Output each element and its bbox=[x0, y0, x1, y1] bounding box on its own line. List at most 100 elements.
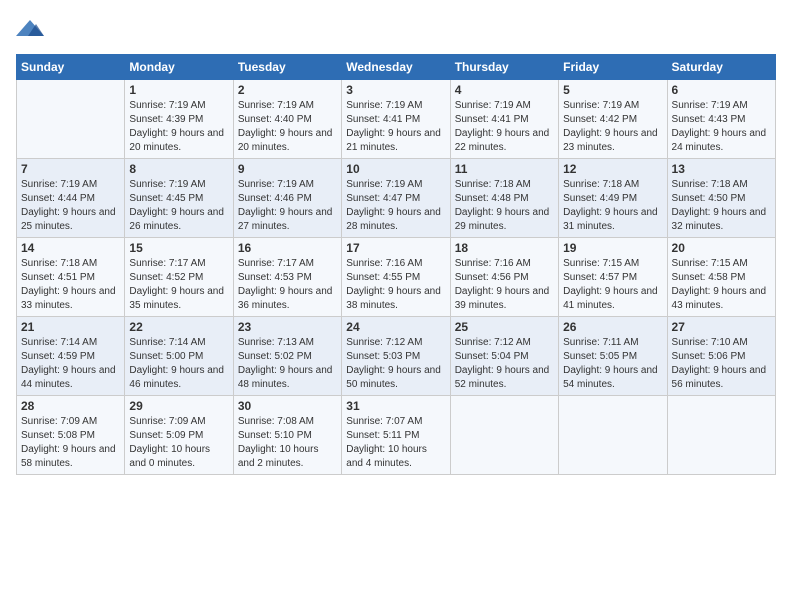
day-info: Sunrise: 7:10 AM Sunset: 5:06 PM Dayligh… bbox=[672, 336, 771, 392]
weekday-header-monday: Monday bbox=[125, 55, 233, 80]
calendar-week-row: 7 Sunrise: 7:19 AM Sunset: 4:44 PM Daylig… bbox=[17, 159, 776, 238]
calendar-cell: 7 Sunrise: 7:19 AM Sunset: 4:44 PM Daylig… bbox=[17, 159, 125, 238]
day-number: 3 bbox=[346, 83, 445, 97]
calendar-week-row: 28 Sunrise: 7:09 AM Sunset: 5:08 PM Dayli… bbox=[17, 396, 776, 475]
day-info: Sunrise: 7:14 AM Sunset: 4:59 PM Dayligh… bbox=[21, 336, 120, 392]
calendar-cell: 24 Sunrise: 7:12 AM Sunset: 5:03 PM Dayli… bbox=[342, 317, 450, 396]
day-number: 1 bbox=[129, 83, 228, 97]
weekday-header-saturday: Saturday bbox=[667, 55, 775, 80]
day-number: 23 bbox=[238, 320, 337, 334]
day-info: Sunrise: 7:19 AM Sunset: 4:45 PM Dayligh… bbox=[129, 178, 228, 234]
day-number: 4 bbox=[455, 83, 554, 97]
day-info: Sunrise: 7:16 AM Sunset: 4:56 PM Dayligh… bbox=[455, 257, 554, 313]
calendar-cell bbox=[450, 396, 558, 475]
calendar-cell: 3 Sunrise: 7:19 AM Sunset: 4:41 PM Daylig… bbox=[342, 80, 450, 159]
calendar-cell: 31 Sunrise: 7:07 AM Sunset: 5:11 PM Dayli… bbox=[342, 396, 450, 475]
day-number: 9 bbox=[238, 162, 337, 176]
day-number: 22 bbox=[129, 320, 228, 334]
day-info: Sunrise: 7:12 AM Sunset: 5:03 PM Dayligh… bbox=[346, 336, 445, 392]
day-info: Sunrise: 7:11 AM Sunset: 5:05 PM Dayligh… bbox=[563, 336, 662, 392]
calendar-cell: 13 Sunrise: 7:18 AM Sunset: 4:50 PM Dayli… bbox=[667, 159, 775, 238]
day-info: Sunrise: 7:13 AM Sunset: 5:02 PM Dayligh… bbox=[238, 336, 337, 392]
calendar-cell: 2Sunrise: 7:19 AM Sunset: 4:40 PM Daylig… bbox=[233, 80, 341, 159]
day-info: Sunrise: 7:19 AM Sunset: 4:42 PM Dayligh… bbox=[563, 99, 662, 155]
day-info: Sunrise: 7:16 AM Sunset: 4:55 PM Dayligh… bbox=[346, 257, 445, 313]
day-number: 10 bbox=[346, 162, 445, 176]
day-number: 13 bbox=[672, 162, 771, 176]
day-number: 14 bbox=[21, 241, 120, 255]
calendar-cell: 14 Sunrise: 7:18 AM Sunset: 4:51 PM Dayli… bbox=[17, 238, 125, 317]
day-info: Sunrise: 7:12 AM Sunset: 5:04 PM Dayligh… bbox=[455, 336, 554, 392]
day-number: 27 bbox=[672, 320, 771, 334]
logo bbox=[16, 16, 48, 44]
weekday-header-wednesday: Wednesday bbox=[342, 55, 450, 80]
day-info: Sunrise: 7:19 AM Sunset: 4:41 PM Dayligh… bbox=[346, 99, 445, 155]
calendar-week-row: 21 Sunrise: 7:14 AM Sunset: 4:59 PM Dayli… bbox=[17, 317, 776, 396]
day-number: 21 bbox=[21, 320, 120, 334]
day-number: 30 bbox=[238, 399, 337, 413]
day-info: Sunrise: 7:19 AM Sunset: 4:47 PM Dayligh… bbox=[346, 178, 445, 234]
day-number: 5 bbox=[563, 83, 662, 97]
weekday-header-row: SundayMondayTuesdayWednesdayThursdayFrid… bbox=[17, 55, 776, 80]
day-number: 18 bbox=[455, 241, 554, 255]
day-number: 11 bbox=[455, 162, 554, 176]
calendar-cell: 16 Sunrise: 7:17 AM Sunset: 4:53 PM Dayli… bbox=[233, 238, 341, 317]
calendar-cell: 22Sunrise: 7:14 AM Sunset: 5:00 PM Dayli… bbox=[125, 317, 233, 396]
day-info: Sunrise: 7:19 AM Sunset: 4:41 PM Dayligh… bbox=[455, 99, 554, 155]
calendar-cell: 25 Sunrise: 7:12 AM Sunset: 5:04 PM Dayli… bbox=[450, 317, 558, 396]
calendar-page: SundayMondayTuesdayWednesdayThursdayFrid… bbox=[0, 0, 792, 612]
day-info: Sunrise: 7:18 AM Sunset: 4:50 PM Dayligh… bbox=[672, 178, 771, 234]
day-info: Sunrise: 7:18 AM Sunset: 4:51 PM Dayligh… bbox=[21, 257, 120, 313]
day-info: Sunrise: 7:19 AM Sunset: 4:46 PM Dayligh… bbox=[238, 178, 337, 234]
calendar-cell: 5 Sunrise: 7:19 AM Sunset: 4:42 PM Daylig… bbox=[559, 80, 667, 159]
calendar-cell: 23 Sunrise: 7:13 AM Sunset: 5:02 PM Dayli… bbox=[233, 317, 341, 396]
day-number: 17 bbox=[346, 241, 445, 255]
day-number: 6 bbox=[672, 83, 771, 97]
day-number: 7 bbox=[21, 162, 120, 176]
calendar-cell: 26 Sunrise: 7:11 AM Sunset: 5:05 PM Dayli… bbox=[559, 317, 667, 396]
calendar-week-row: 14 Sunrise: 7:18 AM Sunset: 4:51 PM Dayli… bbox=[17, 238, 776, 317]
calendar-cell: 6 Sunrise: 7:19 AM Sunset: 4:43 PM Daylig… bbox=[667, 80, 775, 159]
day-number: 31 bbox=[346, 399, 445, 413]
calendar-table: SundayMondayTuesdayWednesdayThursdayFrid… bbox=[16, 54, 776, 475]
day-number: 28 bbox=[21, 399, 120, 413]
day-info: Sunrise: 7:19 AM Sunset: 4:39 PM Dayligh… bbox=[129, 99, 228, 155]
day-info: Sunrise: 7:19 AM Sunset: 4:43 PM Dayligh… bbox=[672, 99, 771, 155]
logo-icon bbox=[16, 16, 44, 44]
weekday-header-sunday: Sunday bbox=[17, 55, 125, 80]
calendar-cell: 8Sunrise: 7:19 AM Sunset: 4:45 PM Daylig… bbox=[125, 159, 233, 238]
day-info: Sunrise: 7:19 AM Sunset: 4:40 PM Dayligh… bbox=[238, 99, 337, 155]
calendar-cell: 1 Sunrise: 7:19 AM Sunset: 4:39 PM Daylig… bbox=[125, 80, 233, 159]
calendar-cell bbox=[667, 396, 775, 475]
day-number: 20 bbox=[672, 241, 771, 255]
day-info: Sunrise: 7:09 AM Sunset: 5:09 PM Dayligh… bbox=[129, 415, 228, 471]
calendar-cell: 27 Sunrise: 7:10 AM Sunset: 5:06 PM Dayli… bbox=[667, 317, 775, 396]
day-number: 25 bbox=[455, 320, 554, 334]
day-info: Sunrise: 7:17 AM Sunset: 4:53 PM Dayligh… bbox=[238, 257, 337, 313]
weekday-header-friday: Friday bbox=[559, 55, 667, 80]
calendar-cell bbox=[17, 80, 125, 159]
day-info: Sunrise: 7:07 AM Sunset: 5:11 PM Dayligh… bbox=[346, 415, 445, 471]
calendar-cell: 21 Sunrise: 7:14 AM Sunset: 4:59 PM Dayli… bbox=[17, 317, 125, 396]
day-info: Sunrise: 7:19 AM Sunset: 4:44 PM Dayligh… bbox=[21, 178, 120, 234]
day-number: 12 bbox=[563, 162, 662, 176]
day-number: 26 bbox=[563, 320, 662, 334]
calendar-cell: 19Sunrise: 7:15 AM Sunset: 4:57 PM Dayli… bbox=[559, 238, 667, 317]
calendar-week-row: 1 Sunrise: 7:19 AM Sunset: 4:39 PM Daylig… bbox=[17, 80, 776, 159]
calendar-cell: 28 Sunrise: 7:09 AM Sunset: 5:08 PM Dayli… bbox=[17, 396, 125, 475]
day-number: 24 bbox=[346, 320, 445, 334]
calendar-cell: 15Sunrise: 7:17 AM Sunset: 4:52 PM Dayli… bbox=[125, 238, 233, 317]
day-info: Sunrise: 7:18 AM Sunset: 4:48 PM Dayligh… bbox=[455, 178, 554, 234]
day-info: Sunrise: 7:09 AM Sunset: 5:08 PM Dayligh… bbox=[21, 415, 120, 471]
weekday-header-tuesday: Tuesday bbox=[233, 55, 341, 80]
calendar-cell: 29Sunrise: 7:09 AM Sunset: 5:09 PM Dayli… bbox=[125, 396, 233, 475]
calendar-cell: 10 Sunrise: 7:19 AM Sunset: 4:47 PM Dayli… bbox=[342, 159, 450, 238]
calendar-cell: 9 Sunrise: 7:19 AM Sunset: 4:46 PM Daylig… bbox=[233, 159, 341, 238]
calendar-cell: 20 Sunrise: 7:15 AM Sunset: 4:58 PM Dayli… bbox=[667, 238, 775, 317]
day-info: Sunrise: 7:15 AM Sunset: 4:58 PM Dayligh… bbox=[672, 257, 771, 313]
day-number: 19 bbox=[563, 241, 662, 255]
day-number: 16 bbox=[238, 241, 337, 255]
calendar-cell: 4 Sunrise: 7:19 AM Sunset: 4:41 PM Daylig… bbox=[450, 80, 558, 159]
calendar-cell bbox=[559, 396, 667, 475]
calendar-cell: 11 Sunrise: 7:18 AM Sunset: 4:48 PM Dayli… bbox=[450, 159, 558, 238]
